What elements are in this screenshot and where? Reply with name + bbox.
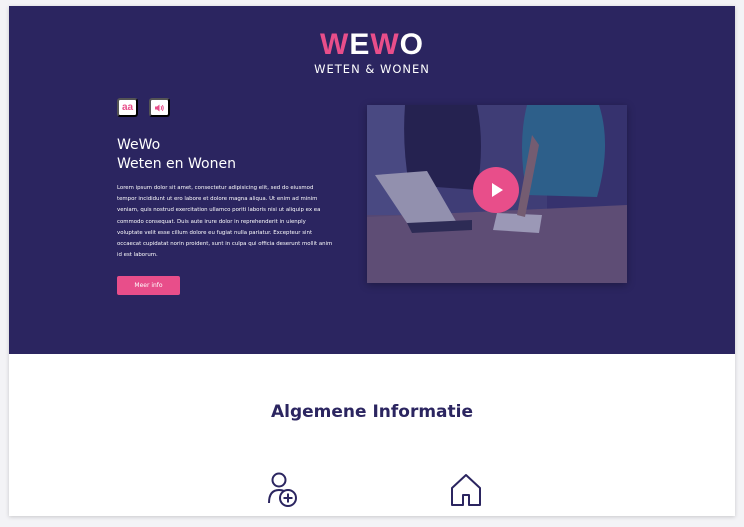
logo-subtitle: WETEN & WONEN: [314, 62, 430, 76]
logo-letter-4: O: [399, 28, 424, 61]
user-add-icon[interactable]: [267, 472, 299, 508]
meer-info-button[interactable]: Meer info: [117, 276, 180, 295]
hero-title-line2: Weten en Wonen: [117, 156, 236, 172]
text-size-icon: aa: [121, 102, 134, 113]
text-size-button[interactable]: aa: [117, 98, 138, 117]
speaker-icon: [155, 104, 164, 111]
play-icon: [492, 183, 503, 197]
accessibility-tools: aa: [117, 98, 170, 117]
play-button[interactable]: [473, 167, 519, 213]
logo-letter-3: W: [370, 28, 400, 61]
logo-letter-2: E: [349, 28, 371, 61]
page-frame: WEWO WETEN & WONEN aa WeWo Weten en Wone…: [9, 6, 735, 516]
read-aloud-button[interactable]: [149, 98, 170, 117]
home-icon[interactable]: [450, 472, 482, 508]
logo-letter-1: W: [319, 28, 350, 61]
hero-section: WEWO WETEN & WONEN aa WeWo Weten en Wone…: [9, 6, 735, 354]
logo-mark: WEWO: [9, 28, 735, 62]
hero-title-line1: WeWo: [117, 137, 161, 153]
hero-title: WeWo Weten en Wonen: [117, 136, 236, 174]
logo[interactable]: WEWO WETEN & WONEN: [9, 28, 735, 76]
video-player[interactable]: [367, 105, 627, 283]
section-title: Algemene Informatie: [270, 402, 474, 422]
hero-body-text: Lorem ipsum dolor sit amet, consectetur …: [117, 185, 333, 259]
